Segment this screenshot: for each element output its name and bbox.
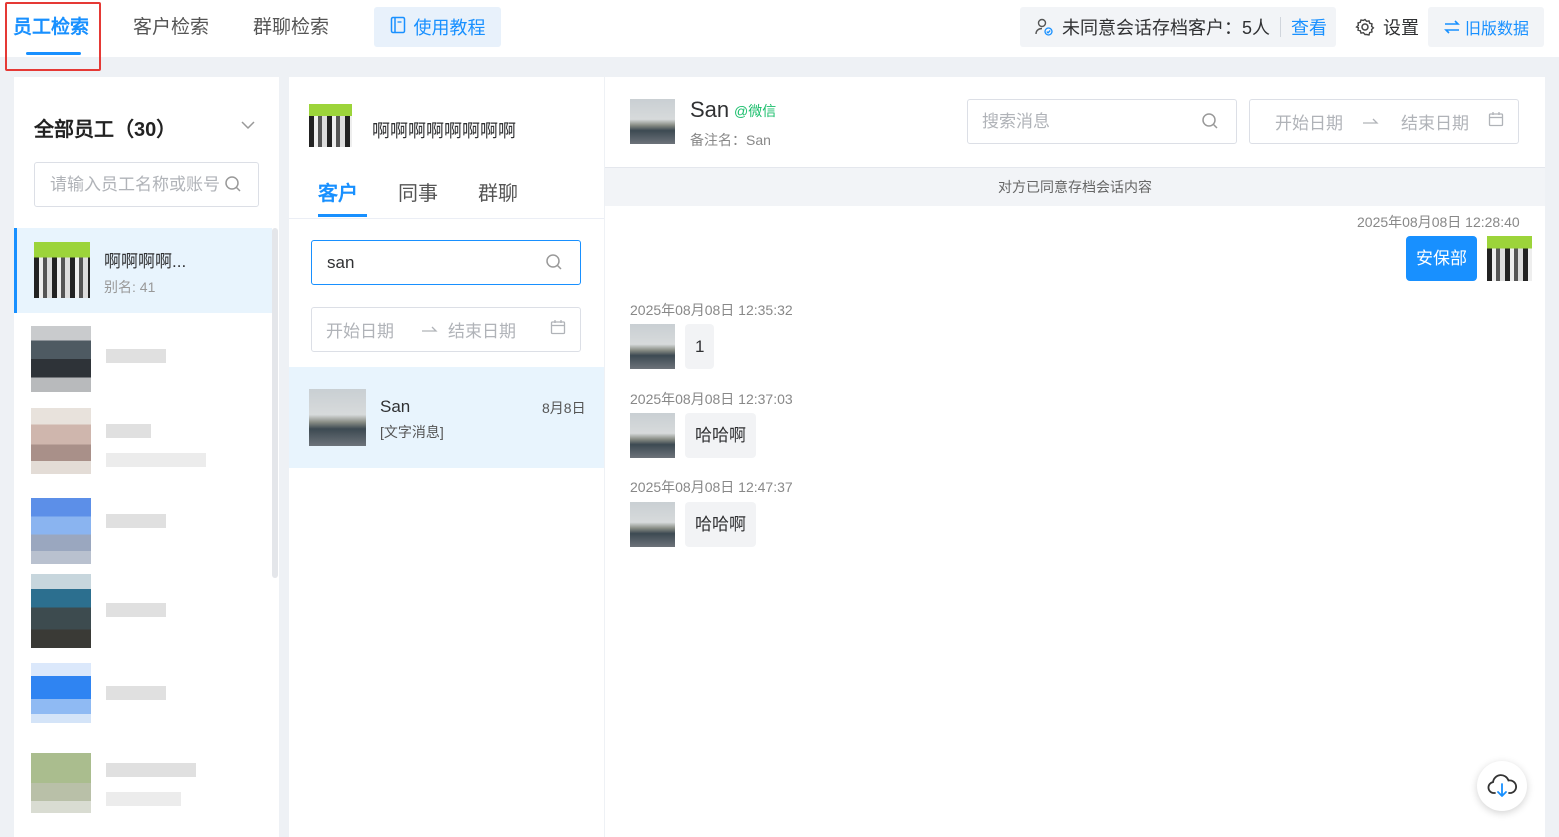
avatar: [309, 389, 366, 446]
message-timestamp: 2025年08月08日 12:28:40: [1357, 214, 1520, 230]
end-date-placeholder: 结束日期: [448, 322, 516, 341]
date-range-picker[interactable]: 开始日期 结束日期: [311, 307, 581, 352]
user-check-icon: [1034, 17, 1054, 37]
avatar: [31, 408, 91, 474]
consent-label: 未同意会话存档客户：5人: [1062, 18, 1271, 38]
old-data-button[interactable]: 旧版数据: [1428, 7, 1544, 47]
message-search-input[interactable]: [967, 99, 1237, 144]
redacted-name: [106, 424, 151, 438]
start-date-placeholder: 开始日期: [326, 322, 394, 341]
consent-notice: 对方已同意存档会话内容: [605, 167, 1545, 206]
customer-search-input[interactable]: [311, 240, 581, 285]
last-message-date: 8月8日: [542, 400, 586, 416]
message-bubble-incoming: 1: [685, 324, 715, 369]
wechat-tag: @微信: [734, 103, 777, 119]
search-icon[interactable]: [1201, 112, 1219, 135]
divider: [1280, 17, 1282, 37]
chat-panel: San @微信 备注名：San 开始日期 结束日期 对方已同意存档会话内容 20…: [605, 77, 1545, 837]
message-timestamp: 2025年08月08日 12:47:37: [630, 479, 793, 495]
highlight-box: [5, 2, 101, 71]
swap-icon: [1443, 19, 1461, 35]
avatar: [1487, 236, 1532, 281]
avatar: [309, 104, 352, 147]
book-icon: [390, 16, 406, 39]
redacted-name: [106, 514, 166, 528]
cloud-download-button[interactable]: [1477, 761, 1527, 811]
arrow-right-icon: [422, 320, 438, 340]
contact-name: San: [690, 97, 730, 122]
last-message-preview: [文字消息]: [380, 424, 444, 440]
redacted-name: [106, 603, 166, 617]
date-range-picker[interactable]: 开始日期 结束日期: [1249, 99, 1519, 144]
avatar: [31, 663, 91, 723]
search-icon[interactable]: [224, 175, 242, 198]
old-data-label: 旧版数据: [1464, 21, 1529, 38]
tab-colleagues[interactable]: 同事: [398, 177, 438, 206]
avatar: [630, 324, 675, 369]
start-date-placeholder: 开始日期: [1275, 114, 1343, 133]
settings-button[interactable]: 设置: [1355, 7, 1419, 47]
avatar: [630, 99, 675, 144]
chevron-down-icon[interactable]: [240, 117, 256, 133]
calendar-icon: [550, 319, 566, 340]
employee-list-item-selected[interactable]: 啊啊啊啊... 别名: 41: [14, 228, 272, 313]
employee-name: 啊啊啊啊...: [104, 252, 187, 271]
tutorial-button[interactable]: 使用教程: [374, 7, 501, 47]
redacted-alias: [106, 453, 206, 467]
gear-icon: [1355, 17, 1375, 37]
employee-panel: 全部员工（30） 啊啊啊啊... 别名: 41: [14, 77, 279, 837]
tutorial-label: 使用教程: [413, 18, 486, 38]
avatar: [630, 502, 675, 547]
message-timestamp: 2025年08月08日 12:35:32: [630, 302, 793, 318]
employee-alias: 别名: 41: [104, 279, 156, 295]
search-icon[interactable]: [545, 253, 563, 276]
active-tab-indicator: [318, 214, 367, 217]
selected-employee-name: 啊啊啊啊啊啊啊啊: [372, 121, 516, 141]
message-bubble-outgoing: 安保部: [1406, 236, 1477, 281]
calendar-icon: [1488, 111, 1504, 132]
avatar: [31, 498, 91, 564]
conversation-list-item[interactable]: San 8月8日 [文字消息]: [289, 367, 604, 468]
conversation-list-panel: 啊啊啊啊啊啊啊啊 客户 同事 群聊 开始日期 结束日期 San 8月8日 [文字…: [289, 77, 604, 837]
end-date-placeholder: 结束日期: [1401, 114, 1469, 133]
divider: [289, 218, 604, 219]
contact-remark: 备注名：San: [690, 132, 771, 148]
redacted-name: [106, 686, 166, 700]
message-timestamp: 2025年08月08日 12:37:03: [630, 391, 793, 407]
tab-customers[interactable]: 客户: [318, 177, 358, 206]
avatar: [34, 242, 90, 298]
message-bubble-incoming: 哈哈啊: [685, 413, 756, 458]
avatar: [31, 326, 91, 392]
employee-filter-title[interactable]: 全部员工（30）: [34, 113, 176, 142]
tab-group-search[interactable]: 群聊检索: [253, 0, 329, 57]
settings-label: 设置: [1383, 18, 1419, 38]
cloud-download-icon: [1486, 773, 1518, 799]
avatar: [31, 574, 91, 648]
arrow-right-icon: [1363, 112, 1379, 132]
redacted-name: [106, 349, 166, 363]
tab-customer-search[interactable]: 客户检索: [133, 0, 209, 57]
tab-groups[interactable]: 群聊: [478, 177, 518, 206]
view-consent-link[interactable]: 查看: [1291, 14, 1327, 40]
consent-status-box: 未同意会话存档客户：5人 查看: [1020, 7, 1336, 47]
avatar: [630, 413, 675, 458]
redacted-alias: [106, 792, 181, 806]
avatar: [31, 753, 91, 813]
contact-name: San: [380, 397, 411, 416]
redacted-name: [106, 763, 196, 777]
top-nav-bar: 员工检索 客户检索 群聊检索 使用教程 未同意会话存档客户：5人 查看 设置 旧…: [0, 0, 1559, 57]
scrollbar[interactable]: [272, 228, 278, 578]
message-bubble-incoming: 哈哈啊: [685, 502, 756, 547]
